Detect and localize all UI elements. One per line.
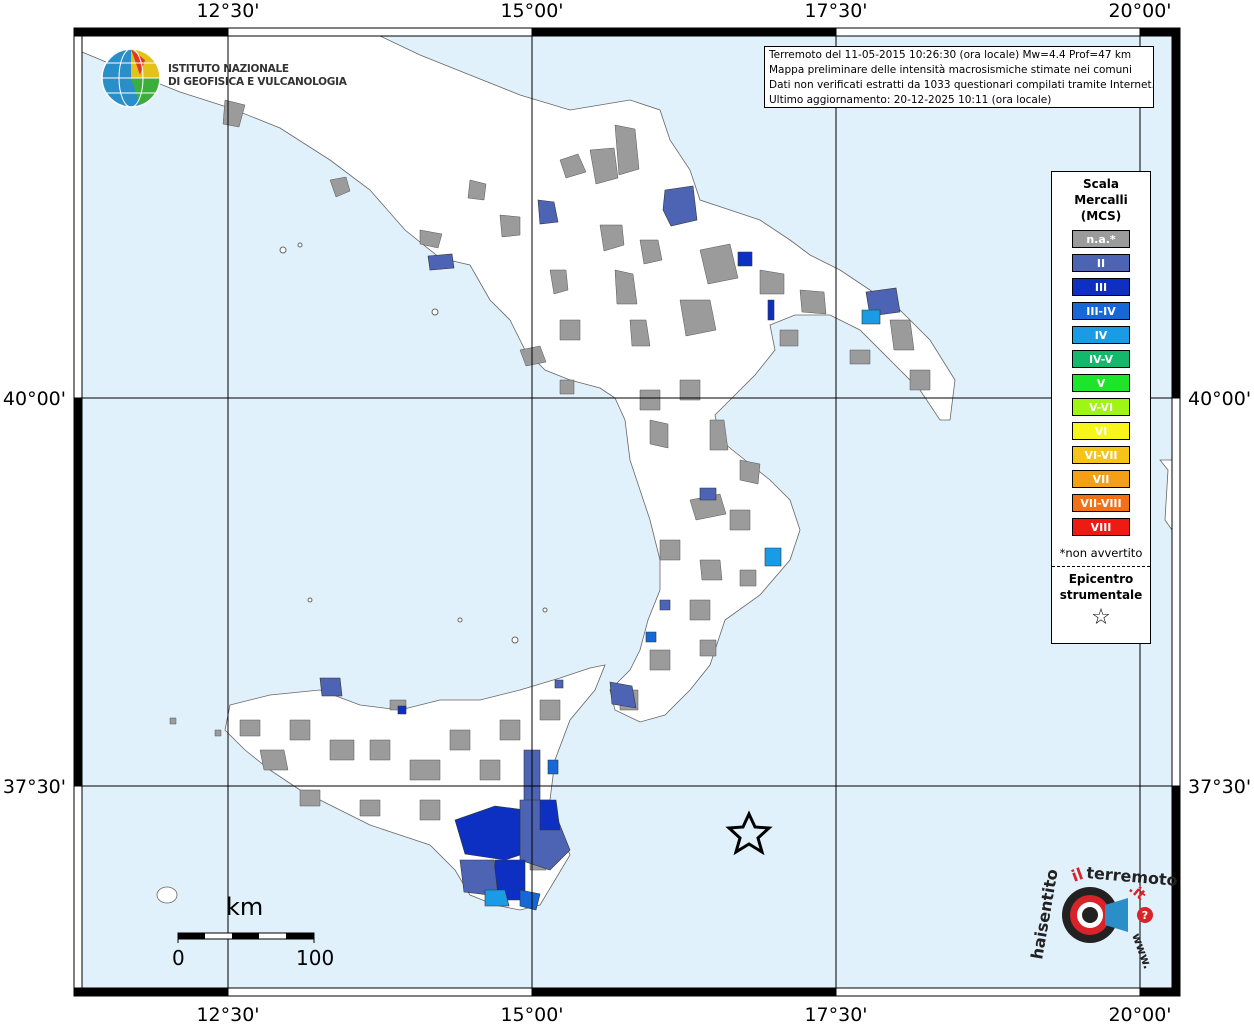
legend-item: V xyxy=(1072,374,1130,392)
lon-label-bottom: 20°00' xyxy=(1108,1004,1171,1024)
legend-item: IV xyxy=(1072,326,1130,344)
badge-question: ? xyxy=(1142,909,1148,922)
legend-item: VI xyxy=(1072,422,1130,440)
lon-label-bottom: 12°30' xyxy=(196,1004,259,1024)
mcs-legend: Scala Mercalli (MCS) n.a.* II III III-IV IV I… xyxy=(1051,171,1151,644)
ingv-line1: ISTITUTO NAZIONALE xyxy=(168,63,289,75)
legend-item: V-VI xyxy=(1072,398,1130,416)
island xyxy=(431,308,439,316)
legend-item: VII xyxy=(1072,470,1130,488)
scale-start-label: 0 xyxy=(172,946,185,970)
legend-note: *non avvertito xyxy=(1059,546,1143,560)
legend-item: VII-VIII xyxy=(1072,494,1130,512)
island-pantelleria xyxy=(156,886,178,904)
legend-item: III-IV xyxy=(1072,302,1130,320)
event-info-line: Dati non verificati estratti da 1033 que… xyxy=(769,79,1155,91)
island xyxy=(307,597,313,603)
lon-label-top: 15°00' xyxy=(500,0,563,22)
lon-label-top: 17°30' xyxy=(804,0,867,22)
island xyxy=(279,246,287,254)
island xyxy=(457,617,463,623)
island xyxy=(511,636,519,644)
ingv-logo-text: ISTITUTO NAZIONALE DI GEOFISICA E VULCAN… xyxy=(168,63,347,89)
legend-item: III xyxy=(1072,278,1130,296)
lat-label-left: 37°30' xyxy=(3,776,66,798)
lon-label-top: 12°30' xyxy=(196,0,259,22)
legend-divider xyxy=(1052,566,1150,567)
event-info-line: Terremoto del 11-05-2015 10:26:30 (ora l… xyxy=(769,49,1132,61)
lon-label-top: 20°00' xyxy=(1108,0,1171,22)
legend-item: VIII xyxy=(1072,518,1130,536)
legend-title-line: (MCS) xyxy=(1080,209,1122,223)
event-info-line: Mappa preliminare delle intensità macros… xyxy=(769,64,1132,76)
event-info-box: Terremoto del 11-05-2015 10:26:30 (ora l… xyxy=(764,46,1155,108)
scale-end-label: 100 xyxy=(296,946,335,970)
legend-epicenter-line: strumentale xyxy=(1059,588,1143,602)
legend-epicenter-line: Epicentro xyxy=(1068,572,1134,586)
legend-title-line: Scala xyxy=(1082,177,1120,191)
legend-items: n.a.* II III III-IV IV IV-V V V-VI VI VI-VII VII VI… xyxy=(1052,230,1150,536)
lat-label-right: 37°30' xyxy=(1188,776,1251,798)
island xyxy=(297,242,303,248)
lat-label-right: 40°00' xyxy=(1188,388,1251,410)
legend-title-line: Mercalli xyxy=(1074,193,1128,207)
ingv-globe-icon xyxy=(101,48,161,108)
lon-label-bottom: 17°30' xyxy=(804,1004,867,1024)
legend-item: IV-V xyxy=(1072,350,1130,368)
legend-epicenter-label: Epicentro strumentale xyxy=(1052,571,1150,603)
lon-label-bottom: 15°00' xyxy=(500,1004,563,1024)
event-info-line: Ultimo aggiornamento: 20-12-2025 10:11 (… xyxy=(769,94,1052,106)
ingv-line2: DI GEOFISICA E VULCANOLOGIA xyxy=(168,76,347,88)
lat-label-left: 40°00' xyxy=(3,388,66,410)
legend-title: Scala Mercalli (MCS) xyxy=(1052,176,1150,224)
island xyxy=(542,607,548,613)
legend-star-icon: ☆ xyxy=(1091,605,1111,630)
scale-unit: km xyxy=(226,893,264,921)
legend-item: n.a.* xyxy=(1072,230,1130,248)
legend-item: VI-VII xyxy=(1072,446,1130,464)
legend-item: II xyxy=(1072,254,1130,272)
